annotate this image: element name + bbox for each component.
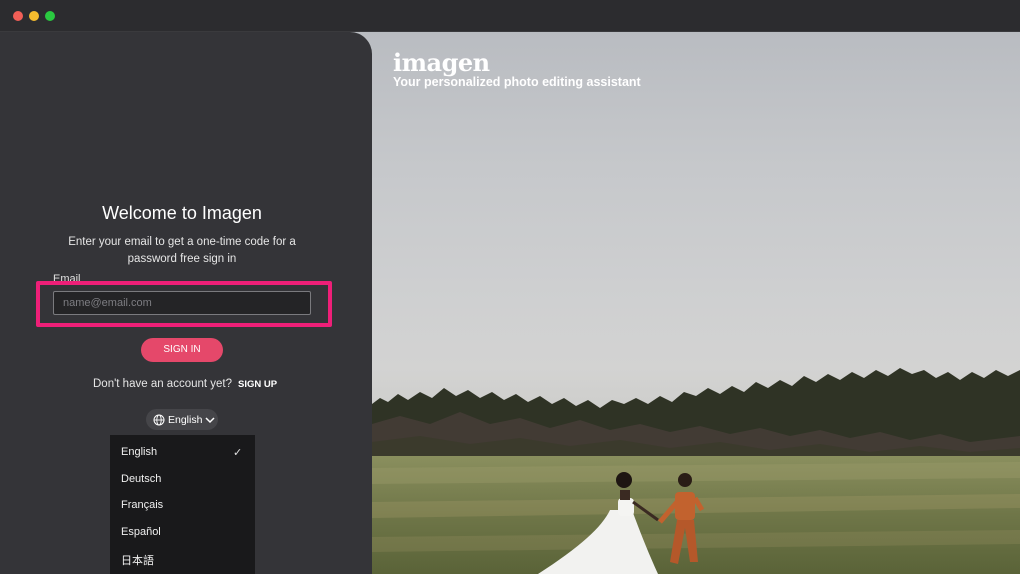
- title-bar: [0, 0, 1020, 32]
- no-account-text: Don't have an account yet?: [93, 378, 233, 390]
- close-window-button[interactable]: [13, 11, 23, 21]
- check-icon: ✓: [233, 447, 243, 459]
- page-title: Welcome to Imagen: [102, 203, 262, 223]
- brand-tagline: Your personalized photo editing assistan…: [393, 75, 641, 89]
- email-field[interactable]: [53, 291, 311, 315]
- brand-logo: imagen: [393, 48, 490, 77]
- maximize-window-button[interactable]: [45, 11, 55, 21]
- chevron-down-icon: [205, 416, 215, 424]
- globe-icon: [153, 414, 165, 426]
- sign-in-button[interactable]: SIGN IN: [141, 338, 223, 362]
- app-window: imagen Your personalized photo editing a…: [0, 0, 1020, 574]
- brand-block: imagen Your personalized photo editing a…: [393, 50, 641, 90]
- language-option-japanese[interactable]: 日本語: [121, 552, 154, 568]
- signup-row: Don't have an account yet? SIGN UP: [93, 378, 277, 390]
- hero-photo: [340, 32, 1020, 574]
- sign-up-link[interactable]: SIGN UP: [238, 379, 277, 390]
- language-option-francais[interactable]: Français: [121, 499, 163, 511]
- language-selector[interactable]: English: [146, 409, 218, 430]
- language-option-espanol[interactable]: Español: [121, 526, 161, 538]
- signin-subtitle: Enter your email to get a one-time code …: [68, 236, 296, 265]
- language-option-deutsch[interactable]: Deutsch: [121, 473, 161, 485]
- language-selected-label: English: [168, 413, 203, 426]
- email-label: Email: [53, 273, 81, 285]
- language-option-english[interactable]: English: [121, 446, 157, 458]
- minimize-window-button[interactable]: [29, 11, 39, 21]
